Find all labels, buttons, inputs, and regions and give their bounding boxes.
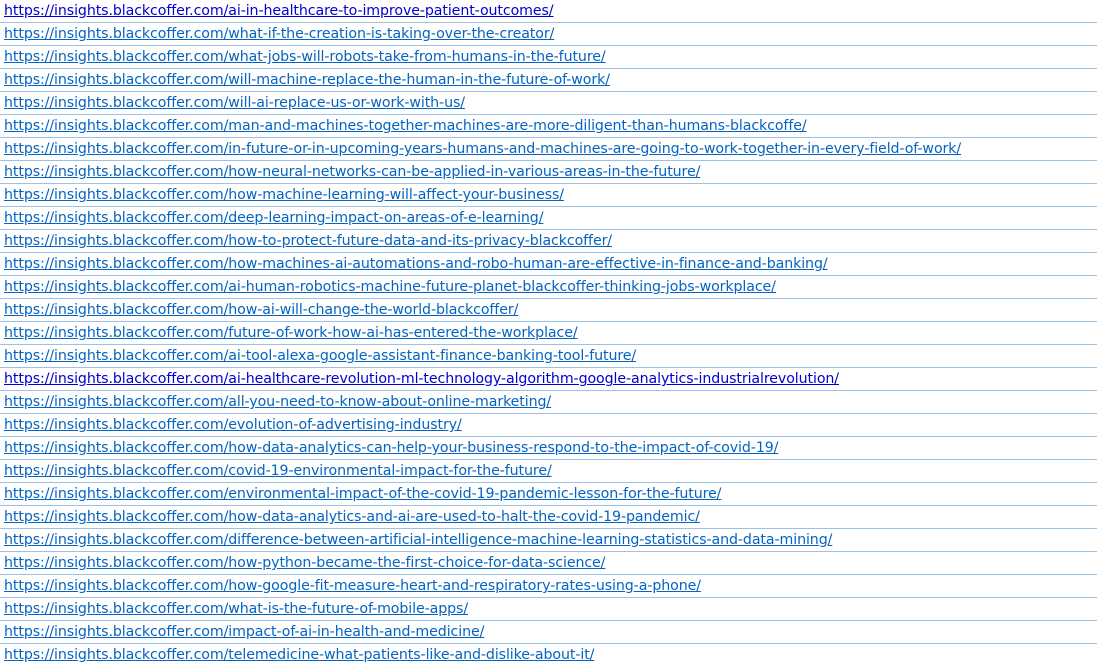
url-link[interactable]: https://insights.blackcoffer.com/how-mac…: [4, 256, 828, 272]
table-row[interactable]: https://insights.blackcoffer.com/ai-tool…: [0, 345, 1097, 368]
url-link[interactable]: https://insights.blackcoffer.com/all-you…: [4, 394, 551, 410]
table-row[interactable]: https://insights.blackcoffer.com/how-mac…: [0, 253, 1097, 276]
url-link[interactable]: https://insights.blackcoffer.com/how-pyt…: [4, 555, 605, 571]
url-link[interactable]: https://insights.blackcoffer.com/covid-1…: [4, 463, 552, 479]
url-link[interactable]: https://insights.blackcoffer.com/how-neu…: [4, 164, 700, 180]
url-link[interactable]: https://insights.blackcoffer.com/will-ai…: [4, 95, 465, 111]
spreadsheet-column: https://insights.blackcoffer.com/ai-in-h…: [0, 0, 1097, 666]
table-row[interactable]: https://insights.blackcoffer.com/how-neu…: [0, 161, 1097, 184]
table-row[interactable]: https://insights.blackcoffer.com/what-if…: [0, 23, 1097, 46]
table-row[interactable]: https://insights.blackcoffer.com/evoluti…: [0, 414, 1097, 437]
url-link[interactable]: https://insights.blackcoffer.com/ai-in-h…: [4, 3, 554, 19]
url-link[interactable]: https://insights.blackcoffer.com/future-…: [4, 325, 578, 341]
table-row[interactable]: https://insights.blackcoffer.com/how-pyt…: [0, 552, 1097, 575]
url-link[interactable]: https://insights.blackcoffer.com/how-dat…: [4, 440, 778, 456]
url-link[interactable]: https://insights.blackcoffer.com/ai-tool…: [4, 348, 636, 364]
url-link[interactable]: https://insights.blackcoffer.com/telemed…: [4, 647, 594, 663]
url-link[interactable]: https://insights.blackcoffer.com/deep-le…: [4, 210, 543, 226]
url-link[interactable]: https://insights.blackcoffer.com/how-mac…: [4, 187, 564, 203]
table-row[interactable]: https://insights.blackcoffer.com/ai-huma…: [0, 276, 1097, 299]
table-row[interactable]: https://insights.blackcoffer.com/how-to-…: [0, 230, 1097, 253]
table-row[interactable]: https://insights.blackcoffer.com/deep-le…: [0, 207, 1097, 230]
table-row[interactable]: https://insights.blackcoffer.com/how-goo…: [0, 575, 1097, 598]
table-row[interactable]: https://insights.blackcoffer.com/what-is…: [0, 598, 1097, 621]
table-row[interactable]: https://insights.blackcoffer.com/in-futu…: [0, 138, 1097, 161]
url-link[interactable]: https://insights.blackcoffer.com/in-futu…: [4, 141, 961, 157]
table-row[interactable]: https://insights.blackcoffer.com/future-…: [0, 322, 1097, 345]
url-link[interactable]: https://insights.blackcoffer.com/evoluti…: [4, 417, 462, 433]
url-link[interactable]: https://insights.blackcoffer.com/how-ai-…: [4, 302, 518, 318]
table-row[interactable]: https://insights.blackcoffer.com/man-and…: [0, 115, 1097, 138]
url-link[interactable]: https://insights.blackcoffer.com/environ…: [4, 486, 721, 502]
url-link[interactable]: https://insights.blackcoffer.com/how-to-…: [4, 233, 612, 249]
url-list: https://insights.blackcoffer.com/ai-in-h…: [0, 0, 1097, 666]
table-row[interactable]: https://insights.blackcoffer.com/environ…: [0, 483, 1097, 506]
url-link[interactable]: https://insights.blackcoffer.com/how-goo…: [4, 578, 701, 594]
table-row[interactable]: https://insights.blackcoffer.com/differe…: [0, 529, 1097, 552]
url-link[interactable]: https://insights.blackcoffer.com/ai-heal…: [4, 371, 839, 387]
table-row[interactable]: https://insights.blackcoffer.com/all-you…: [0, 391, 1097, 414]
table-row[interactable]: https://insights.blackcoffer.com/telemed…: [0, 644, 1097, 666]
url-link[interactable]: https://insights.blackcoffer.com/will-ma…: [4, 72, 610, 88]
table-row[interactable]: https://insights.blackcoffer.com/ai-heal…: [0, 368, 1097, 391]
table-row[interactable]: https://insights.blackcoffer.com/will-ma…: [0, 69, 1097, 92]
url-link[interactable]: https://insights.blackcoffer.com/what-jo…: [4, 49, 606, 65]
table-row[interactable]: https://insights.blackcoffer.com/how-mac…: [0, 184, 1097, 207]
url-link[interactable]: https://insights.blackcoffer.com/what-is…: [4, 601, 468, 617]
url-link[interactable]: https://insights.blackcoffer.com/impact-…: [4, 624, 484, 640]
table-row[interactable]: https://insights.blackcoffer.com/how-ai-…: [0, 299, 1097, 322]
url-link[interactable]: https://insights.blackcoffer.com/differe…: [4, 532, 832, 548]
table-row[interactable]: https://insights.blackcoffer.com/how-dat…: [0, 506, 1097, 529]
url-link[interactable]: https://insights.blackcoffer.com/ai-huma…: [4, 279, 776, 295]
url-link[interactable]: https://insights.blackcoffer.com/how-dat…: [4, 509, 700, 525]
url-link[interactable]: https://insights.blackcoffer.com/what-if…: [4, 26, 554, 42]
table-row[interactable]: https://insights.blackcoffer.com/how-dat…: [0, 437, 1097, 460]
url-link[interactable]: https://insights.blackcoffer.com/man-and…: [4, 118, 807, 134]
table-row[interactable]: https://insights.blackcoffer.com/will-ai…: [0, 92, 1097, 115]
table-row[interactable]: https://insights.blackcoffer.com/covid-1…: [0, 460, 1097, 483]
table-row[interactable]: https://insights.blackcoffer.com/impact-…: [0, 621, 1097, 644]
table-row[interactable]: https://insights.blackcoffer.com/what-jo…: [0, 46, 1097, 69]
table-row[interactable]: https://insights.blackcoffer.com/ai-in-h…: [0, 0, 1097, 23]
